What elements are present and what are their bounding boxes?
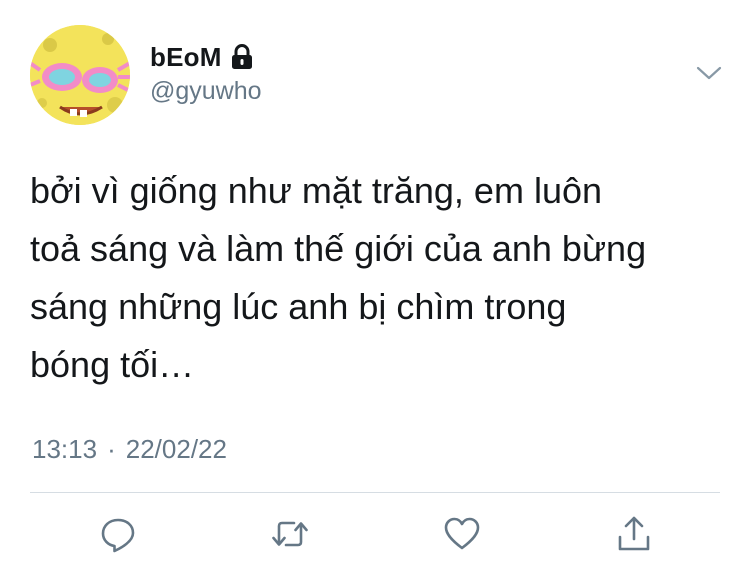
tweet-action-bar bbox=[0, 512, 750, 562]
like-button[interactable] bbox=[440, 512, 484, 556]
reply-button[interactable] bbox=[96, 512, 140, 556]
divider bbox=[30, 492, 720, 493]
tweet-timestamp[interactable]: 13:13 · 22/02/22 bbox=[32, 434, 227, 465]
spongebob-avatar-image bbox=[30, 25, 130, 125]
display-name[interactable]: bEoM bbox=[150, 42, 222, 73]
reply-icon bbox=[101, 518, 135, 553]
retweet-button[interactable] bbox=[268, 512, 312, 556]
share-icon bbox=[618, 516, 650, 551]
lock-icon bbox=[230, 44, 254, 70]
tweet-date: 22/02/22 bbox=[125, 434, 227, 464]
tweet-time: 13:13 bbox=[32, 434, 98, 464]
user-handle[interactable]: @gyuwho bbox=[150, 77, 262, 106]
chevron-down-icon[interactable] bbox=[695, 62, 723, 84]
display-name-row: bEoM bbox=[150, 40, 254, 74]
meta-separator: · bbox=[107, 434, 116, 464]
retweet-icon bbox=[272, 521, 308, 547]
heart-icon bbox=[444, 517, 480, 550]
tweet-text: bởi vì giống như mặt trăng, em luôn toả … bbox=[30, 170, 647, 385]
share-button[interactable] bbox=[612, 512, 656, 556]
avatar[interactable] bbox=[30, 25, 130, 125]
